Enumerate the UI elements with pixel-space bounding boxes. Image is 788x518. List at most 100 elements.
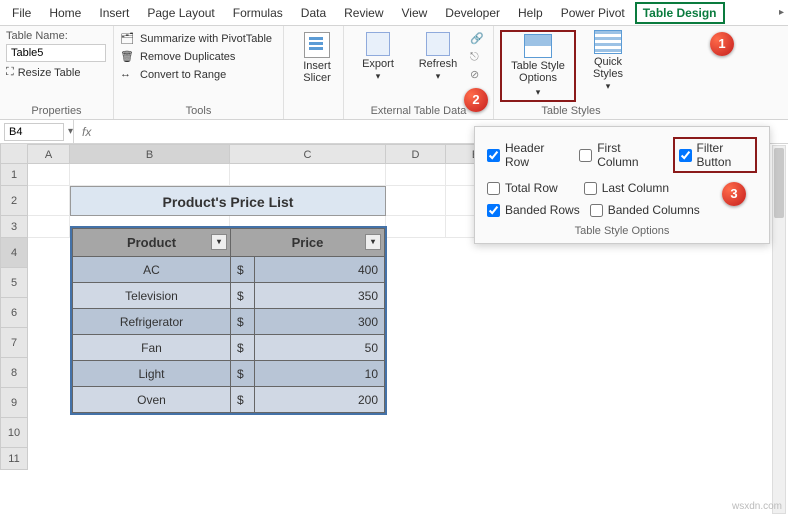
cell-currency[interactable]: $ xyxy=(231,309,255,335)
export-icon xyxy=(366,32,390,56)
column-headers: A B C D E xyxy=(28,144,506,164)
vertical-scrollbar[interactable] xyxy=(772,145,786,514)
select-all[interactable] xyxy=(0,144,28,164)
fx-label[interactable]: fx xyxy=(73,120,99,143)
cell-price[interactable]: 400 xyxy=(255,257,385,283)
row-headers: 1 2 3 4 5 6 7 8 9 10 11 xyxy=(0,144,28,470)
slicer-icon xyxy=(304,32,330,58)
cell-product[interactable]: Television xyxy=(73,283,231,309)
opt-header-row[interactable]: Header Row xyxy=(487,137,561,173)
checkbox-icon[interactable] xyxy=(487,149,500,162)
refresh-button[interactable]: Refresh▾ xyxy=(410,30,466,84)
tab-file[interactable]: File xyxy=(4,2,39,24)
tab-home[interactable]: Home xyxy=(41,2,89,24)
tab-power-pivot[interactable]: Power Pivot xyxy=(553,2,633,24)
tab-table-design[interactable]: Table Design xyxy=(635,2,725,24)
checkbox-icon[interactable] xyxy=(590,204,603,217)
insert-slicer-button[interactable]: Insert Slicer xyxy=(290,30,344,84)
checkbox-icon[interactable] xyxy=(679,149,692,162)
table-name-input[interactable] xyxy=(6,44,106,62)
summarize-pivot-button[interactable]: 🗂Summarize with PivotTable xyxy=(120,30,277,48)
group-title-table-styles: Table Styles xyxy=(500,103,642,117)
callout-marker-3: 3 xyxy=(722,182,746,206)
checkbox-icon[interactable] xyxy=(487,182,500,195)
convert-icon: ↔ xyxy=(120,68,134,82)
scrollbar-thumb[interactable] xyxy=(774,148,784,218)
remove-duplicates-button[interactable]: 🗑Remove Duplicates xyxy=(120,48,277,66)
filter-dropdown-icon[interactable]: ▾ xyxy=(365,234,381,250)
tab-view[interactable]: View xyxy=(394,2,436,24)
checkbox-icon[interactable] xyxy=(487,204,500,217)
row-header[interactable]: 4 xyxy=(0,238,28,268)
row-header[interactable]: 11 xyxy=(0,448,28,470)
header-product[interactable]: Product▾ xyxy=(73,229,231,257)
resize-icon: ⛶ xyxy=(6,66,14,79)
pivot-icon: 🗂 xyxy=(120,32,134,46)
tab-formulas[interactable]: Formulas xyxy=(225,2,291,24)
cell-product[interactable]: Fan xyxy=(73,335,231,361)
row-header[interactable]: 7 xyxy=(0,328,28,358)
row-header[interactable]: 3 xyxy=(0,216,28,238)
data-table: Product▾ Price▾ AC$400 Television$350 Re… xyxy=(70,226,387,415)
tab-data[interactable]: Data xyxy=(293,2,334,24)
row-header[interactable]: 6 xyxy=(0,298,28,328)
col-header[interactable]: B xyxy=(70,144,230,164)
row-header[interactable]: 5 xyxy=(0,268,28,298)
opt-total-row[interactable]: Total Row xyxy=(487,181,558,195)
row-header[interactable]: 9 xyxy=(0,388,28,418)
row-header[interactable]: 1 xyxy=(0,164,28,186)
cell-currency[interactable]: $ xyxy=(231,387,255,413)
cell-price[interactable]: 10 xyxy=(255,361,385,387)
quick-styles-button[interactable]: Quick Styles ▾ xyxy=(582,30,634,102)
tab-developer[interactable]: Developer xyxy=(437,2,508,24)
callout-marker-2: 2 xyxy=(464,88,488,112)
row-header[interactable]: 8 xyxy=(0,358,28,388)
cell-price[interactable]: 200 xyxy=(255,387,385,413)
tso-icon xyxy=(524,34,552,58)
tab-review[interactable]: Review xyxy=(336,2,391,24)
group-table-styles: Table Style Options ▾ Quick Styles ▾ Tab… xyxy=(494,26,648,119)
cell-price[interactable]: 50 xyxy=(255,335,385,361)
opt-banded-rows[interactable]: Banded Rows xyxy=(487,203,580,217)
row-header[interactable]: 2 xyxy=(0,186,28,216)
cell-product[interactable]: Oven xyxy=(73,387,231,413)
opt-last-column[interactable]: Last Column xyxy=(584,181,669,195)
row-header[interactable]: 10 xyxy=(0,418,28,448)
grid[interactable]: A B C D E Product's Price List Product▾ … xyxy=(28,144,506,470)
tab-overflow-icon[interactable]: ▸ xyxy=(779,7,784,18)
table-style-options-button[interactable]: Table Style Options ▾ xyxy=(500,30,576,102)
table-name-label: Table Name: xyxy=(6,30,107,42)
checkbox-icon[interactable] xyxy=(584,182,597,195)
cell-product[interactable]: AC xyxy=(73,257,231,283)
opt-filter-button[interactable]: Filter Button xyxy=(673,137,757,173)
cell-currency[interactable]: $ xyxy=(231,283,255,309)
quick-styles-icon xyxy=(594,30,622,54)
tab-insert[interactable]: Insert xyxy=(91,2,137,24)
name-box[interactable] xyxy=(4,123,64,141)
resize-table-button[interactable]: ⛶Resize Table xyxy=(6,66,107,79)
col-header[interactable]: A xyxy=(28,144,70,164)
callout-marker-1: 1 xyxy=(710,32,734,56)
header-price[interactable]: Price▾ xyxy=(231,229,385,257)
cell-price[interactable]: 300 xyxy=(255,309,385,335)
checkbox-icon[interactable] xyxy=(579,149,592,162)
opt-first-column[interactable]: First Column xyxy=(579,137,654,173)
col-header[interactable]: C xyxy=(230,144,386,164)
cell-currency[interactable]: $ xyxy=(231,257,255,283)
cell-product[interactable]: Refrigerator xyxy=(73,309,231,335)
tab-help[interactable]: Help xyxy=(510,2,551,24)
cell-currency[interactable]: $ xyxy=(231,361,255,387)
export-button[interactable]: Export▾ xyxy=(350,30,406,84)
group-title-properties: Properties xyxy=(6,103,107,117)
ribbon-tabs: File Home Insert Page Layout Formulas Da… xyxy=(0,0,788,26)
link-icons[interactable]: 🔗⎋⊘ xyxy=(470,30,484,84)
cell-product[interactable]: Light xyxy=(73,361,231,387)
group-properties: Table Name: ⛶Resize Table Properties xyxy=(0,26,114,119)
col-header[interactable]: D xyxy=(386,144,446,164)
opt-banded-columns[interactable]: Banded Columns xyxy=(590,203,700,217)
cell-price[interactable]: 350 xyxy=(255,283,385,309)
cell-currency[interactable]: $ xyxy=(231,335,255,361)
tab-page-layout[interactable]: Page Layout xyxy=(139,2,222,24)
filter-dropdown-icon[interactable]: ▾ xyxy=(211,234,227,250)
convert-range-button[interactable]: ↔Convert to Range xyxy=(120,66,277,84)
